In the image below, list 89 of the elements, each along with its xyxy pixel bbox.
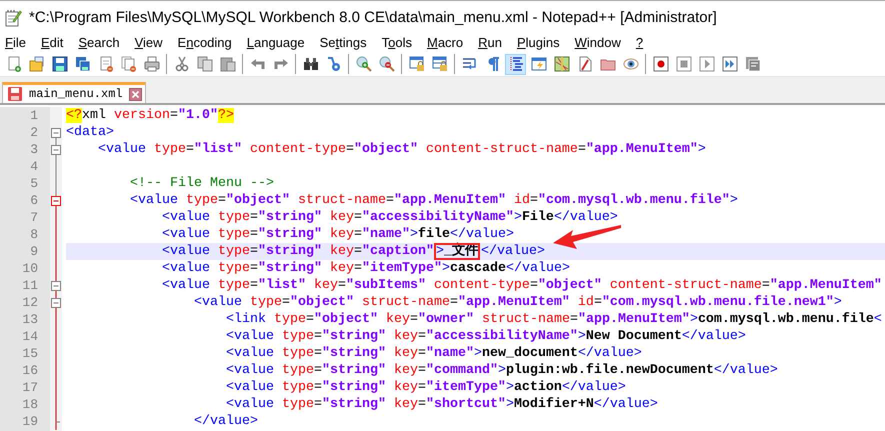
fold-toggle[interactable] <box>50 141 62 158</box>
document-icon <box>576 56 592 72</box>
menu-item[interactable]: File <box>0 34 32 52</box>
code-line: <value type="string" key="itemType">action</value> <box>224 379 626 396</box>
replace-icon <box>326 56 342 72</box>
stop-icon <box>676 56 692 72</box>
copy-icon <box>196 56 212 72</box>
word-wrap-icon <box>462 56 478 72</box>
code-line: <value type="string" key="command">plugin:wb.file.newDocument</value> <box>224 362 778 379</box>
menu-item[interactable]: ? <box>630 34 650 52</box>
code-line: <!-- File Menu --> <box>128 175 274 192</box>
line-number: 1 <box>29 107 39 124</box>
code-line: <link type="object" key="owner" struct-name="app.MenuItem">com.mysql.wb.menu.file< <box>224 311 882 328</box>
binoculars-icon <box>302 56 318 72</box>
window-title: *C:\Program Files\MySQL\MySQL Workbench 8.0 CE\data\main_menu.xml - Notepad++ [Administrator] <box>29 9 717 26</box>
undo-icon <box>250 56 266 72</box>
code-line: <value type="object" struct-name="app.MenuItem" id="com.mysql.wb.menu.file.new1"> <box>192 294 842 311</box>
fold-toggle[interactable] <box>50 277 62 294</box>
locked-window-icon <box>432 56 448 72</box>
line-number: 12 <box>21 294 39 311</box>
line-number: 16 <box>21 362 39 379</box>
line-number: 9 <box>29 243 39 260</box>
menu-item[interactable]: Settings <box>314 34 373 52</box>
open-file-icon <box>28 56 44 72</box>
code-line: <value type="string" key="accessibilityName">New Document</value> <box>224 328 746 345</box>
lightning-window-icon <box>530 56 546 72</box>
line-number: 13 <box>21 311 39 328</box>
line-number: 7 <box>29 209 39 226</box>
line-number: 18 <box>21 396 39 413</box>
menu-item[interactable]: View <box>130 34 169 52</box>
annotation-arrow <box>552 224 622 250</box>
line-number: 6 <box>29 192 39 209</box>
line-number: 11 <box>21 277 39 294</box>
menu-item[interactable]: Plugins <box>512 34 566 52</box>
code-line: <data> <box>66 124 114 141</box>
file-tab[interactable]: main_menu.xml <box>2 82 146 103</box>
code-line: <?xml version="1.0"?> <box>66 107 234 124</box>
fold-toggle[interactable] <box>50 294 62 311</box>
eye-icon <box>622 56 638 72</box>
line-number: 17 <box>21 379 39 396</box>
menu-item[interactable]: Window <box>570 34 627 52</box>
line-number: 15 <box>21 345 39 362</box>
menu-item[interactable]: Run <box>473 34 508 52</box>
indent-guide-icon <box>508 56 524 72</box>
locked-window-icon <box>408 56 424 72</box>
notepad-icon <box>5 8 22 26</box>
code-line: <value type="object" struct-name="app.MenuItem" id="com.mysql.wb.menu.file"> <box>128 192 738 209</box>
menu-item[interactable]: Search <box>73 34 126 52</box>
code-line: <value type="list" content-type="object" content-struct-name="app.MenuItem"> <box>96 141 706 158</box>
menu-item[interactable]: Language <box>242 34 311 52</box>
tab-label: main_menu.xml <box>29 87 123 101</box>
line-number: 19 <box>21 413 39 430</box>
menu-item[interactable]: Edit <box>36 34 70 52</box>
zoom-out-icon <box>378 56 394 72</box>
close-icon[interactable] <box>128 88 142 100</box>
line-number: 4 <box>29 158 39 175</box>
save-all-icon <box>74 56 90 72</box>
line-number: 3 <box>29 141 39 158</box>
line-number: 2 <box>29 124 39 141</box>
save-icon <box>52 56 68 72</box>
menu-item[interactable]: Macro <box>422 34 470 52</box>
fold-toggle[interactable] <box>50 192 62 209</box>
fast-forward-icon <box>722 56 738 72</box>
macro-list-icon <box>744 56 760 72</box>
indent-guide-button[interactable] <box>505 54 526 74</box>
paste-icon <box>220 56 236 72</box>
close-file-icon <box>98 56 114 72</box>
map-icon <box>554 56 570 72</box>
code-line: <value type="string" key="itemType">cascade</value> <box>160 260 570 277</box>
code-line: <value type="string" key="name">file</value> <box>160 226 514 242</box>
line-number: 8 <box>29 226 39 243</box>
code-line: </value> <box>192 413 258 430</box>
code-line: <value type="string" key="name">new_document</value> <box>224 345 642 362</box>
redo-icon <box>272 56 288 72</box>
code-line: <value type="string" key="accessibilityName">File</value> <box>160 209 618 226</box>
scissors-icon <box>174 56 190 72</box>
code-line: <value type="string" key="shortcut">Modifier+N</value> <box>224 396 658 413</box>
play-icon <box>698 56 714 72</box>
line-number: 10 <box>21 260 39 277</box>
zoom-in-icon <box>356 56 372 72</box>
new-file-icon <box>6 56 22 72</box>
code-line: <value type="list" key="subItems" content-type="object" content-struct-name="app.MenuItem" <box>160 277 882 294</box>
menu-item[interactable]: Tools <box>376 34 418 52</box>
line-number: 5 <box>29 175 39 192</box>
close-all-icon <box>120 56 136 72</box>
menu-item[interactable]: Encoding <box>172 34 238 52</box>
line-number: 14 <box>21 328 39 345</box>
print-icon <box>144 56 160 72</box>
record-icon <box>652 56 668 72</box>
